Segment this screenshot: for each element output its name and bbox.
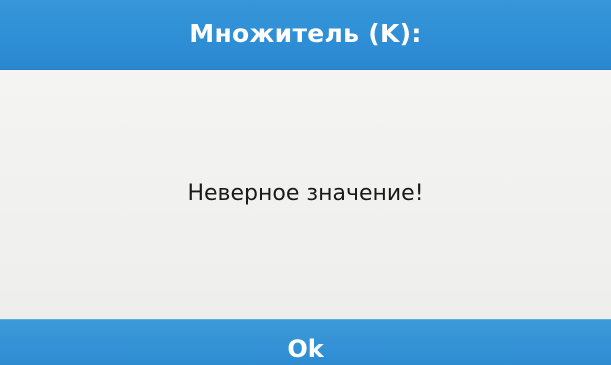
dialog-header: Множитель (K): <box>0 0 611 70</box>
ok-button-label: Ok <box>287 335 324 363</box>
error-message: Неверное значение! <box>187 181 424 206</box>
dialog-title: Множитель (K): <box>189 19 422 48</box>
error-dialog: Множитель (K): Неверное значение! Ok <box>0 0 611 365</box>
dialog-body: Неверное значение! <box>0 70 611 319</box>
ok-button[interactable]: Ok <box>0 319 611 365</box>
